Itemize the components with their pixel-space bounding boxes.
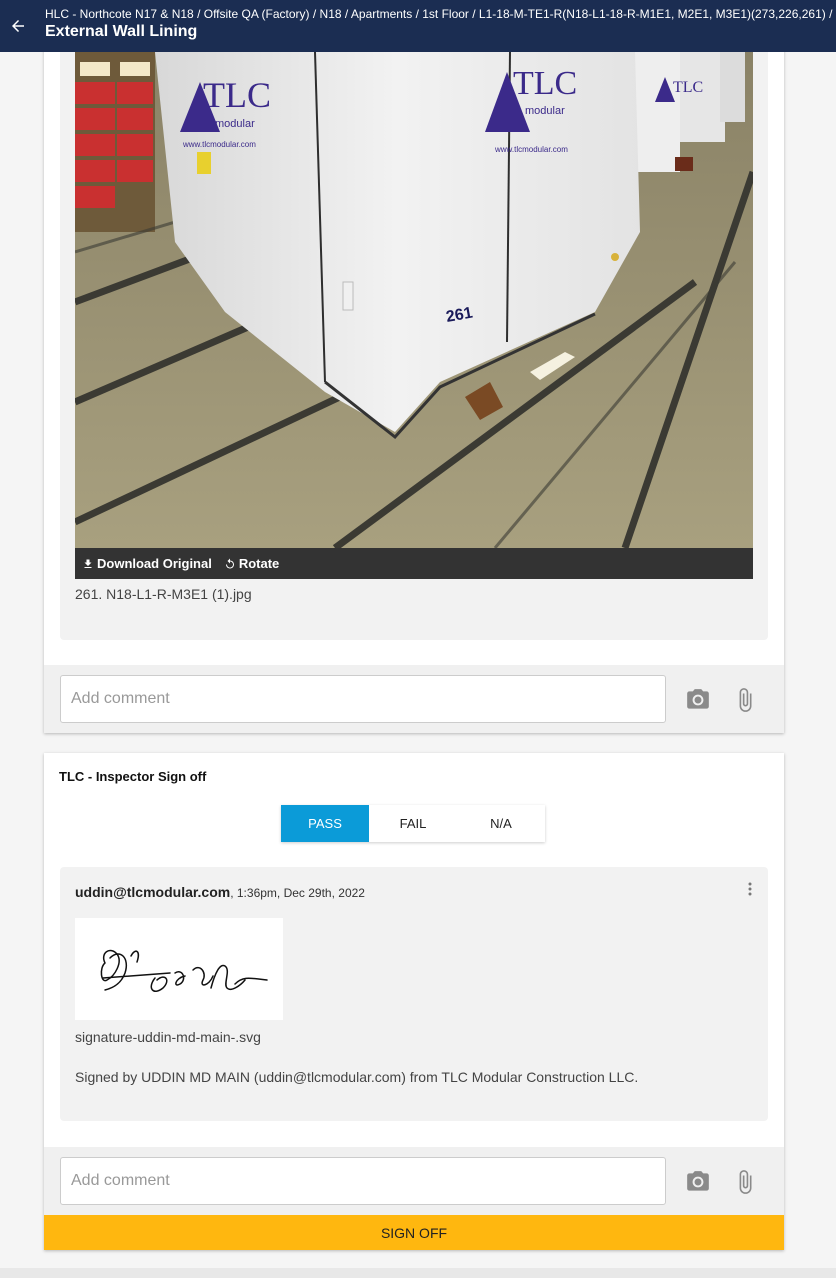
breadcrumb: HLC - Northcote N17 & N18 / Offsite QA (… [45, 7, 833, 21]
attach-button[interactable] [731, 686, 759, 714]
photo-toolbar: Download Original Rotate [75, 548, 753, 579]
attachment-card: TLC TLC TLC modular modular www.tlcmodul… [44, 40, 784, 733]
more-options-button[interactable] [748, 882, 752, 896]
svg-text:www.tlcmodular.com: www.tlcmodular.com [182, 140, 256, 149]
rotate-button[interactable]: Rotate [224, 556, 279, 571]
attachment-filename: 261. N18-L1-R-M3E1 (1).jpg [75, 586, 252, 602]
download-original-label: Download Original [97, 556, 212, 571]
section-title: TLC - Inspector Sign off [59, 769, 207, 784]
bottom-strip [0, 1268, 836, 1278]
rotate-label: Rotate [238, 556, 280, 571]
back-button[interactable] [4, 12, 32, 40]
attach-button[interactable] [731, 1168, 759, 1196]
paperclip-icon [739, 688, 752, 712]
signature-drawing [100, 949, 268, 992]
signature-image[interactable] [75, 918, 283, 1020]
svg-text:modular: modular [525, 105, 565, 117]
attachment-photo[interactable]: TLC TLC TLC modular modular www.tlcmodul… [75, 52, 753, 548]
svg-text:TLC: TLC [203, 75, 271, 115]
camera-button[interactable] [684, 1168, 712, 1196]
result-toggle: PASS FAIL N/A [281, 805, 545, 842]
comment-bar [44, 665, 784, 733]
comment-bar [44, 1147, 784, 1215]
svg-text:TLC: TLC [513, 65, 577, 102]
page-title: External Wall Lining [45, 23, 198, 40]
svg-text:TLC: TLC [673, 79, 703, 96]
signoff-card: TLC - Inspector Sign off PASS FAIL N/A u… [44, 753, 784, 1250]
camera-button[interactable] [684, 686, 712, 714]
photo-image: TLC TLC TLC modular modular www.tlcmodul… [75, 52, 753, 548]
sign-off-button[interactable]: SIGN OFF [44, 1215, 784, 1250]
na-option[interactable]: N/A [457, 805, 545, 842]
fail-option[interactable]: FAIL [369, 805, 457, 842]
signed-by-text: Signed by UDDIN MD MAIN (uddin@tlcmodula… [75, 1069, 639, 1085]
download-original-button[interactable]: Download Original [82, 556, 212, 571]
entry-meta: uddin@tlcmodular.com, 1:36pm, Dec 29th, … [75, 884, 365, 900]
download-icon [84, 559, 92, 568]
comment-input[interactable] [60, 1157, 666, 1205]
signature-filename: signature-uddin-md-main-.svg [75, 1029, 261, 1045]
attachment-panel: TLC TLC TLC modular modular www.tlcmodul… [60, 40, 768, 640]
signoff-entry: uddin@tlcmodular.com, 1:36pm, Dec 29th, … [60, 867, 768, 1121]
svg-text:www.tlcmodular.com: www.tlcmodular.com [494, 145, 568, 154]
pass-option[interactable]: PASS [281, 805, 369, 842]
arrow-left-icon [12, 20, 24, 32]
author-email: uddin@tlcmodular.com [75, 884, 231, 900]
comment-input[interactable] [60, 675, 666, 723]
app-header: HLC - Northcote N17 & N18 / Offsite QA (… [0, 0, 836, 52]
kebab-menu-icon [748, 882, 752, 896]
camera-icon [687, 689, 709, 709]
entry-timestamp: , 1:36pm, Dec 29th, 2022 [230, 886, 365, 900]
paperclip-icon [739, 1170, 752, 1194]
rotate-icon [225, 558, 234, 568]
svg-text:modular: modular [215, 118, 255, 130]
camera-icon [687, 1171, 709, 1191]
